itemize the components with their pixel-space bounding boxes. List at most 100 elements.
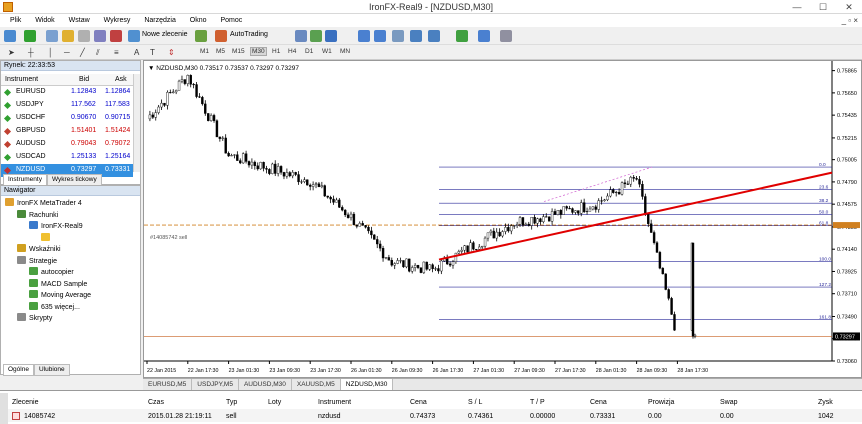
- new-order-button[interactable]: Nowe zlecenie: [142, 31, 188, 38]
- terminal-col-header[interactable]: Czas: [148, 399, 164, 406]
- tab-general[interactable]: Ogólne: [3, 364, 34, 376]
- terminal-col-header[interactable]: Swap: [720, 399, 738, 406]
- terminal-col-header[interactable]: Prowizja: [648, 399, 674, 406]
- tile-windows-icon[interactable]: [392, 30, 404, 42]
- chart-shift-icon[interactable]: [428, 30, 440, 42]
- navigator-item[interactable]: 635 więcej...: [29, 301, 80, 313]
- tab-instruments[interactable]: Instrumenty: [3, 174, 47, 185]
- terminal-icon[interactable]: [94, 30, 106, 42]
- candle-body: [652, 232, 656, 243]
- terminal-col-header[interactable]: S / L: [468, 399, 482, 406]
- chart-tab[interactable]: EURUSD,M5: [143, 379, 193, 390]
- trendline-icon[interactable]: ╱: [80, 48, 85, 57]
- timeframe-m5[interactable]: M5: [216, 48, 225, 55]
- label-icon[interactable]: T: [150, 48, 155, 57]
- tester-icon[interactable]: [110, 30, 122, 42]
- market-watch-icon[interactable]: [46, 30, 58, 42]
- fibonacci-icon[interactable]: ≡: [114, 48, 119, 57]
- market-row[interactable]: AUDUSD 0.79043 0.79072: [1, 138, 133, 151]
- candle-body: [279, 166, 283, 173]
- channel-icon[interactable]: ⫽: [96, 48, 100, 58]
- timeframe-h4[interactable]: H4: [288, 48, 296, 55]
- profiles-icon[interactable]: [24, 30, 36, 42]
- minimize-button[interactable]: —: [784, 0, 810, 14]
- col-bid[interactable]: Bid: [79, 76, 89, 83]
- bar-chart-icon[interactable]: [295, 30, 307, 42]
- autotrading-icon[interactable]: [215, 30, 227, 42]
- text-icon[interactable]: A: [134, 48, 139, 57]
- chart-tab[interactable]: AUDUSD,M30: [239, 379, 292, 390]
- maximize-button[interactable]: ☐: [810, 0, 836, 14]
- navigator-item[interactable]: MACD Sample: [29, 278, 87, 290]
- candle-body: [358, 223, 361, 227]
- chart-tab-active[interactable]: NZDUSD,M30: [340, 379, 394, 390]
- market-row[interactable]: USDJPY 117.562 117.583: [1, 99, 133, 112]
- navigator-item[interactable]: Rachunki: [17, 209, 58, 221]
- new-chart-icon[interactable]: [4, 30, 16, 42]
- col-ask[interactable]: Ask: [115, 76, 127, 83]
- market-row[interactable]: USDCAD 1.25133 1.25164: [1, 151, 133, 164]
- cursor-icon[interactable]: ➤: [8, 48, 15, 57]
- menu-charts[interactable]: Wykresy: [98, 14, 137, 27]
- navigator-icon[interactable]: [78, 30, 90, 42]
- timeframe-m1[interactable]: M1: [200, 48, 209, 55]
- terminal-col-header[interactable]: T / P: [530, 399, 545, 406]
- periods-icon[interactable]: [478, 30, 490, 42]
- navigator-item[interactable]: IronFX-Real9: [29, 221, 83, 232]
- close-button[interactable]: ✕: [836, 0, 862, 14]
- arrows-icon[interactable]: ⇕: [168, 48, 175, 57]
- terminal-col-header[interactable]: Cena: [590, 399, 607, 406]
- market-row[interactable]: GBPUSD 1.51401 1.51424: [1, 125, 133, 138]
- menu-file[interactable]: Plik: [0, 14, 27, 27]
- menu-tools[interactable]: Narzędzia: [138, 14, 182, 27]
- market-row[interactable]: USDCHF 0.90670 0.90715: [1, 112, 133, 125]
- menu-help[interactable]: Pomoc: [214, 14, 248, 27]
- navigator-item[interactable]: Skrypty: [17, 313, 52, 324]
- terminal-col-header[interactable]: Zysk: [818, 399, 833, 406]
- menu-insert[interactable]: Wstaw: [63, 14, 96, 27]
- timeframe-m30[interactable]: M30: [250, 47, 267, 56]
- indicators-icon[interactable]: [456, 30, 468, 42]
- market-row[interactable]: EURUSD 1.12843 1.12864: [1, 86, 133, 99]
- mdi-controls[interactable]: _ ▫ ×: [842, 14, 858, 27]
- autotrading-button[interactable]: AutoTrading: [230, 31, 268, 38]
- navigator-item[interactable]: Wskaźniki: [17, 244, 61, 255]
- navigator-item[interactable]: Moving Average: [29, 290, 91, 301]
- zoom-out-icon[interactable]: [374, 30, 386, 42]
- zoom-in-icon[interactable]: [358, 30, 370, 42]
- templates-icon[interactable]: [500, 30, 512, 42]
- price-chart[interactable]: 0.75865 0.75650 0.75435 0.75215 0.75005 0.747…: [144, 61, 861, 377]
- market-watch-scrollbar[interactable]: [133, 74, 140, 172]
- terminal-col-header[interactable]: Instrument: [318, 399, 351, 406]
- terminal-col-header[interactable]: Cena: [410, 399, 427, 406]
- crosshair-icon[interactable]: ┼: [28, 48, 34, 57]
- chart-tab[interactable]: XAUUSD,M5: [292, 379, 341, 390]
- menu-window[interactable]: Okno: [184, 14, 213, 27]
- tab-favorites[interactable]: Ulubione: [33, 364, 70, 376]
- col-instrument[interactable]: Instrument: [5, 76, 38, 83]
- navigator-item[interactable]: autocopier: [29, 267, 74, 278]
- terminal-col-header[interactable]: Typ: [226, 399, 237, 406]
- timeframe-mn[interactable]: MN: [340, 48, 350, 55]
- timeframe-d1[interactable]: D1: [305, 48, 313, 55]
- timeframe-m15[interactable]: M15: [232, 48, 245, 55]
- timeframe-h1[interactable]: H1: [272, 48, 280, 55]
- data-window-icon[interactable]: [62, 30, 74, 42]
- meta-editor-icon[interactable]: [195, 30, 207, 42]
- menu-view[interactable]: Widok: [29, 14, 60, 27]
- vertical-line-icon[interactable]: │: [48, 48, 53, 57]
- terminal-col-header[interactable]: Loty: [268, 399, 281, 406]
- new-order-icon[interactable]: [128, 30, 140, 42]
- navigator-item[interactable]: IronFX MetaTrader 4: [5, 198, 82, 209]
- navigator-item[interactable]: [41, 232, 53, 244]
- line-chart-icon[interactable]: [325, 30, 337, 42]
- autoscroll-icon[interactable]: [410, 30, 422, 42]
- chart-window[interactable]: 0.75865 0.75650 0.75435 0.75215 0.75005 0.747…: [143, 60, 862, 378]
- candle-chart-icon[interactable]: [310, 30, 322, 42]
- navigator-item[interactable]: Strategie: [17, 255, 57, 267]
- horizontal-line-icon[interactable]: ─: [64, 48, 70, 57]
- timeframe-w1[interactable]: W1: [322, 48, 332, 55]
- terminal-col-header[interactable]: Zlecenie: [12, 399, 38, 406]
- chart-tab[interactable]: USDJPY,M5: [192, 379, 239, 390]
- terminal-side-tab[interactable]: [0, 393, 8, 424]
